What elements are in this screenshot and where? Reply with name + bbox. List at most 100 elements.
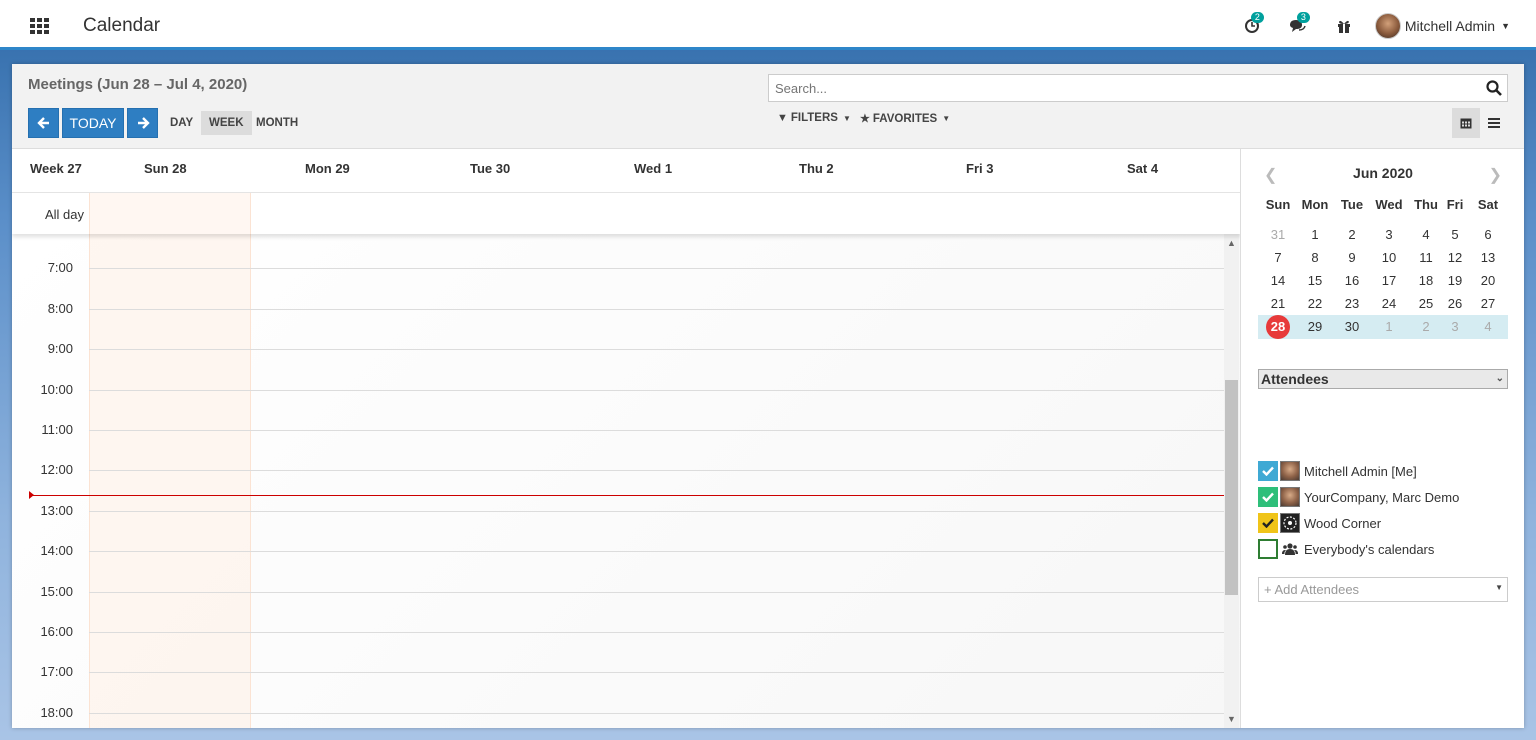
filter-icon: ▼ bbox=[777, 112, 788, 124]
hour-label: 18:00 bbox=[40, 705, 73, 720]
hour-line bbox=[89, 390, 1224, 391]
mini-day[interactable]: 21 bbox=[1258, 296, 1298, 311]
mini-day[interactable]: 4 bbox=[1468, 319, 1508, 334]
search-input[interactable] bbox=[769, 75, 1469, 101]
hour-label: 10:00 bbox=[40, 382, 73, 397]
mini-day[interactable]: 3 bbox=[1438, 319, 1472, 334]
today-button[interactable]: TODAY bbox=[62, 108, 124, 138]
users-icon bbox=[1280, 539, 1300, 559]
attendee-label: Wood Corner bbox=[1304, 515, 1382, 531]
user-menu[interactable]: Mitchell Admin ▼ bbox=[1374, 13, 1510, 39]
hour-label: 16:00 bbox=[40, 624, 73, 639]
top-navbar: Calendar 2 3 Mitchell Admin ▼ bbox=[0, 0, 1536, 50]
search-icon[interactable] bbox=[1486, 80, 1502, 96]
day-header[interactable]: Thu 2 bbox=[799, 161, 834, 176]
calendar-sidebar: ❮ Jun 2020 ❯ Sun Mon Tue Wed Thu Fri Sat 31 1 2 3 4… bbox=[1242, 149, 1524, 728]
list-view-button[interactable] bbox=[1480, 108, 1508, 138]
hour-label: 8:00 bbox=[47, 301, 73, 316]
next-button[interactable] bbox=[127, 108, 158, 138]
mini-day[interactable]: 20 bbox=[1468, 273, 1508, 288]
user-avatar bbox=[1374, 13, 1401, 39]
attendee-row[interactable]: Mitchell Admin [Me] bbox=[1258, 461, 1508, 481]
mini-week-row[interactable]: 7 8 9 10 11 12 13 bbox=[1258, 246, 1508, 269]
user-name: Mitchell Admin bbox=[1404, 18, 1496, 34]
attendee-checkbox[interactable] bbox=[1258, 461, 1278, 481]
attendee-row[interactable]: YourCompany, Marc Demo bbox=[1258, 487, 1508, 507]
star-icon: ★ bbox=[860, 113, 870, 125]
mini-week-row[interactable]: 31 1 2 3 4 5 6 bbox=[1258, 223, 1508, 246]
hour-line bbox=[89, 632, 1224, 633]
filters-button[interactable]: ▼ FILTERS ▼ bbox=[777, 112, 851, 124]
activity-badge: 2 bbox=[1250, 12, 1264, 23]
hour-label: 12:00 bbox=[40, 462, 73, 477]
mini-day[interactable]: 19 bbox=[1438, 273, 1472, 288]
chevron-down-icon: ⌄ bbox=[1495, 373, 1504, 384]
add-attendees-placeholder: + Add Attendees bbox=[1264, 582, 1360, 597]
hour-line bbox=[89, 470, 1224, 471]
mini-day[interactable]: 31 bbox=[1258, 227, 1298, 242]
calendar-view-button[interactable] bbox=[1452, 108, 1480, 138]
today-all-day-cell bbox=[89, 193, 251, 234]
messages-icon[interactable]: 3 bbox=[1285, 12, 1311, 38]
scroll-up-icon[interactable]: ▲ bbox=[1224, 236, 1239, 250]
day-header[interactable]: Tue 30 bbox=[470, 161, 510, 176]
activity-clock-icon[interactable]: 2 bbox=[1239, 12, 1265, 38]
attendee-row[interactable]: Wood Corner bbox=[1258, 513, 1508, 533]
day-header[interactable]: Sun 28 bbox=[144, 161, 187, 176]
mini-day[interactable]: 6 bbox=[1468, 227, 1508, 242]
scale-month-button[interactable]: MONTH bbox=[248, 111, 306, 135]
gift-icon[interactable] bbox=[1331, 14, 1357, 38]
mini-day-today[interactable]: 28 bbox=[1266, 315, 1290, 339]
previous-button[interactable] bbox=[28, 108, 59, 138]
hour-line bbox=[89, 592, 1224, 593]
hour-line bbox=[89, 430, 1224, 431]
attendees-select[interactable]: Attendees ⌄ bbox=[1258, 369, 1508, 389]
attendee-row[interactable]: Everybody's calendars bbox=[1258, 539, 1508, 559]
hour-line bbox=[89, 349, 1224, 350]
search-box bbox=[768, 74, 1508, 102]
main-panel: Meetings (Jun 28 – Jul 4, 2020) TODAY DA… bbox=[12, 64, 1524, 728]
mini-day[interactable]: 26 bbox=[1438, 296, 1472, 311]
week-calendar: Week 27 Sun 28 Mon 29 Tue 30 Wed 1 Thu 2 Fri … bbox=[12, 149, 1241, 728]
mini-day[interactable]: 12 bbox=[1438, 250, 1472, 265]
hour-line bbox=[89, 268, 1224, 269]
hour-label: 17:00 bbox=[40, 664, 73, 679]
attendee-checkbox[interactable] bbox=[1258, 539, 1278, 559]
mini-day[interactable]: 14 bbox=[1258, 273, 1298, 288]
day-header[interactable]: Fri 3 bbox=[966, 161, 993, 176]
mini-day[interactable]: 27 bbox=[1468, 296, 1508, 311]
day-header[interactable]: Wed 1 bbox=[634, 161, 672, 176]
mini-calendar-title: Jun 2020 bbox=[1353, 165, 1413, 181]
scroll-thumb[interactable] bbox=[1225, 380, 1238, 595]
scale-day-button[interactable]: DAY bbox=[162, 111, 201, 135]
all-day-row[interactable]: All day bbox=[12, 193, 1240, 234]
all-day-label: All day bbox=[45, 207, 85, 222]
scale-week-button[interactable]: WEEK bbox=[201, 111, 252, 135]
caret-down-icon: ▼ bbox=[942, 114, 951, 123]
mini-day[interactable]: 5 bbox=[1438, 227, 1472, 242]
scroll-down-icon[interactable]: ▼ bbox=[1224, 712, 1239, 726]
mini-week-row[interactable]: 14 15 16 17 18 19 20 bbox=[1258, 269, 1508, 292]
control-panel: Meetings (Jun 28 – Jul 4, 2020) TODAY DA… bbox=[12, 64, 1524, 149]
mini-next-month-icon[interactable]: ❯ bbox=[1489, 165, 1502, 185]
chevron-down-icon: ▼ bbox=[1501, 21, 1510, 31]
arrow-right-icon bbox=[137, 117, 150, 129]
time-grid[interactable]: 6:007:008:009:0010:0011:0012:0013:0014:0… bbox=[12, 220, 1240, 728]
check-icon bbox=[1262, 492, 1274, 502]
mini-day[interactable]: 7 bbox=[1258, 250, 1298, 265]
attendee-checkbox[interactable] bbox=[1258, 487, 1278, 507]
check-icon bbox=[1262, 518, 1274, 528]
mini-week-row[interactable]: 21 22 23 24 25 26 27 bbox=[1258, 292, 1508, 315]
calendar-scrollbar[interactable]: ▲ ▼ bbox=[1224, 234, 1239, 728]
attendee-label: YourCompany, Marc Demo bbox=[1304, 489, 1460, 505]
mini-day[interactable]: 13 bbox=[1468, 250, 1508, 265]
day-header[interactable]: Sat 4 bbox=[1127, 161, 1158, 176]
mini-calendar: Sun Mon Tue Wed Thu Fri Sat 31 1 2 3 4 5 6 7 8 9 10 11 12 13… bbox=[1258, 193, 1508, 339]
attendee-checkbox[interactable] bbox=[1258, 513, 1278, 533]
favorites-button[interactable]: ★ FAVORITES ▼ bbox=[860, 112, 951, 126]
day-header[interactable]: Mon 29 bbox=[305, 161, 350, 176]
hour-label: 13:00 bbox=[40, 503, 73, 518]
mini-week-row[interactable]: 28 29 30 1 2 3 4 bbox=[1258, 315, 1508, 339]
add-attendees-input[interactable]: + Add Attendees ▼ bbox=[1258, 577, 1508, 602]
apps-menu-icon[interactable] bbox=[30, 18, 49, 34]
